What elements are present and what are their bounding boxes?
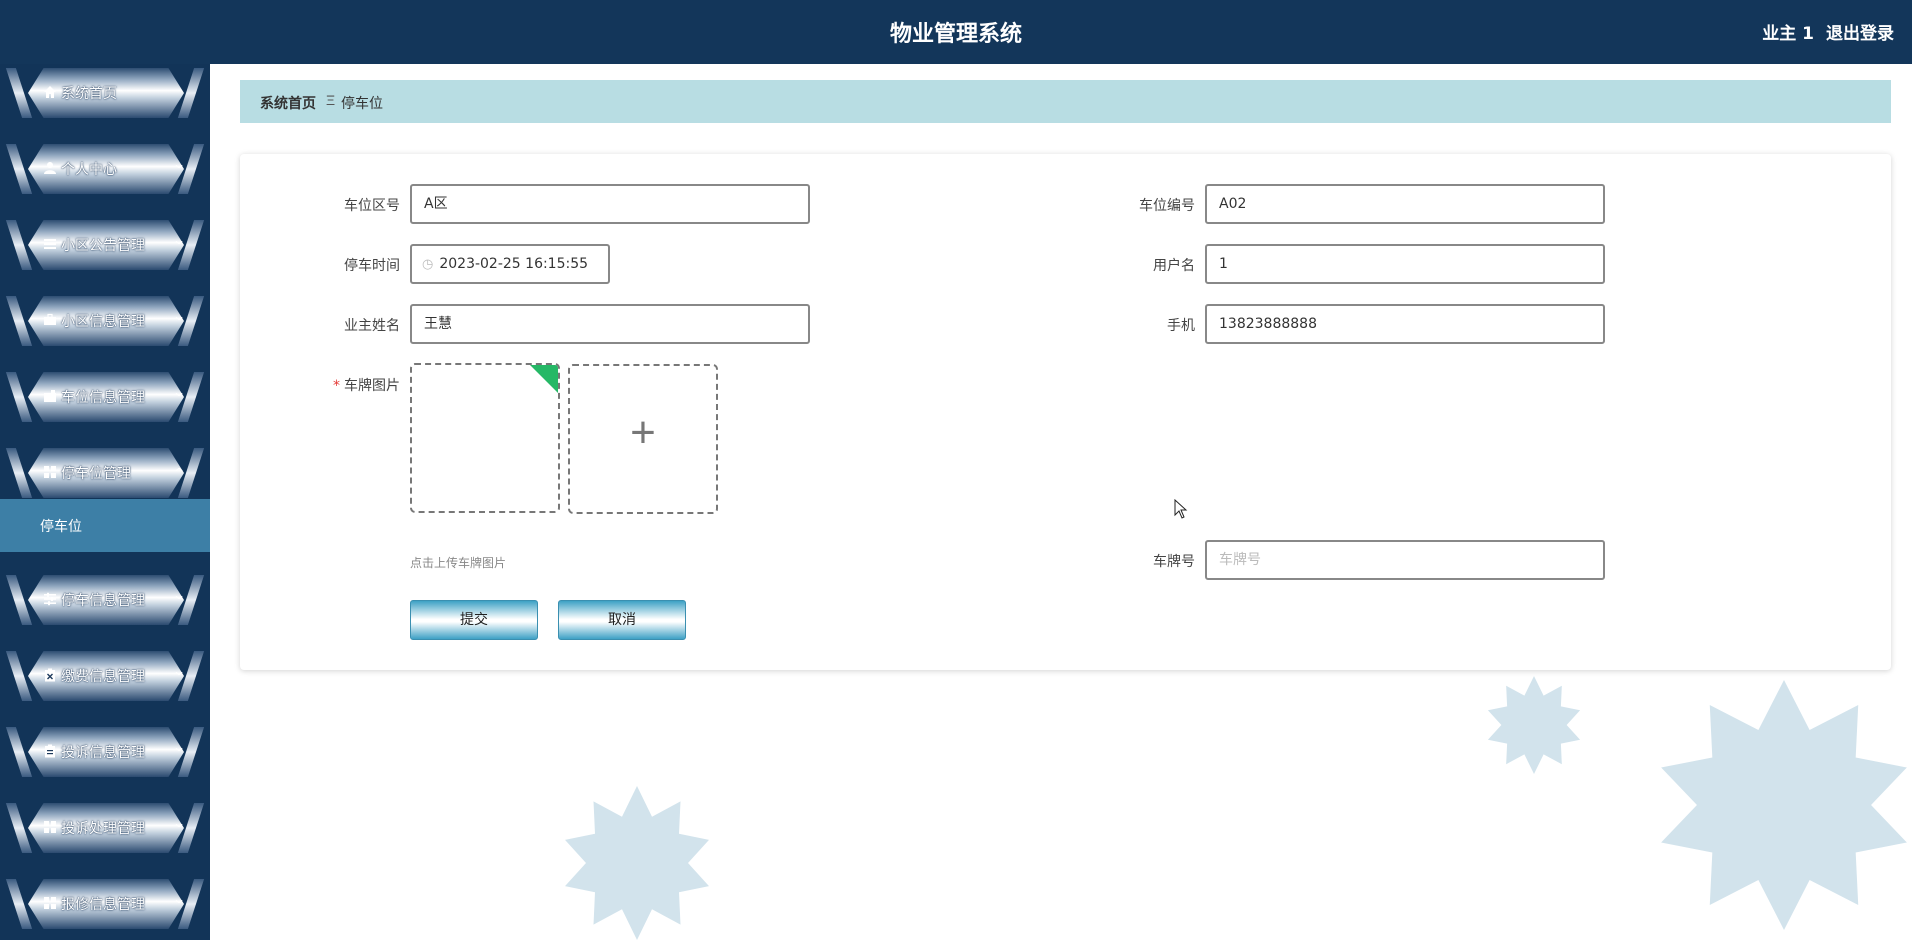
- username-input[interactable]: 1: [1205, 244, 1605, 284]
- breadcrumb: 系统首页 Ξ 停车位: [240, 80, 1891, 123]
- chevron-down-icon: ⌄: [171, 233, 187, 247]
- chevron-down-icon: ⌄: [171, 664, 187, 678]
- breadcrumb-home-link[interactable]: 系统首页: [260, 93, 316, 113]
- upload-success-corner: [529, 365, 558, 394]
- park-time-value: 2023-02-25 16:15:55: [439, 256, 589, 272]
- sidebar-item-label: 停车位管理: [61, 466, 131, 482]
- sidebar-item-notice-management[interactable]: 小区公告管理 ⌄: [5, 216, 205, 272]
- sidebar-item-label: 系统首页: [61, 86, 117, 102]
- sidebar-item-parking-info[interactable]: 停车信息管理 ⌄: [5, 571, 205, 627]
- cancel-button[interactable]: 取消: [558, 600, 686, 640]
- sidebar-item-label: 停车信息管理: [61, 593, 145, 609]
- chevron-up-icon: ⌄: [171, 465, 187, 479]
- chevron-down-icon: ⌄: [171, 385, 187, 399]
- owner-name-input[interactable]: 王慧: [410, 304, 810, 344]
- upload-image-button[interactable]: +: [568, 364, 718, 514]
- list-icon: [42, 236, 58, 252]
- home-icon: [42, 84, 58, 100]
- sliders-icon: [42, 591, 58, 607]
- sidebar-subitem-label: 停车位: [40, 519, 82, 535]
- decorative-star: [1661, 680, 1907, 930]
- chevron-down-icon: ⌄: [171, 740, 187, 754]
- decorative-star: [565, 786, 709, 940]
- chevron-down-icon: ⌄: [171, 892, 187, 906]
- sidebar-item-label: 小区信息管理: [61, 314, 145, 330]
- chevron-down-icon: ⌄: [171, 816, 187, 830]
- clipboard-icon: [42, 743, 58, 759]
- area-input[interactable]: A区: [410, 184, 810, 224]
- grid-icon: [42, 819, 58, 835]
- uploaded-image-thumbnail[interactable]: [410, 363, 560, 513]
- sidebar-item-label: 个人中心: [61, 162, 117, 178]
- sidebar-item-complaint-info[interactable]: 投诉信息管理 ⌄: [5, 723, 205, 779]
- sidebar-item-label: 缴费信息管理: [61, 669, 145, 685]
- user-icon: [42, 160, 58, 176]
- username-label: 用户名: [1153, 258, 1195, 274]
- plus-icon: +: [630, 408, 656, 457]
- mouse-cursor-icon: [1174, 499, 1188, 519]
- chevron-down-icon: ⌄: [171, 309, 187, 323]
- sidebar-item-label: 报修信息管理: [61, 897, 145, 913]
- owner-name-label: 业主姓名: [344, 318, 400, 334]
- code-input[interactable]: A02: [1205, 184, 1605, 224]
- breadcrumb-current: 停车位: [341, 95, 383, 111]
- plate-image-label-text: 车牌图片: [344, 378, 400, 394]
- sidebar-item-label: 投诉信息管理: [61, 745, 145, 761]
- sidebar: 系统首页 个人中心 ⌄ 小区公告管理 ⌄ 小区信息管理 ⌄ 车位信息管理 ⌄ 停…: [0, 64, 210, 940]
- park-time-label: 停车时间: [344, 258, 400, 274]
- sidebar-subitem-parking-space[interactable]: 停车位: [0, 499, 210, 552]
- clock-icon: ◷: [422, 257, 434, 272]
- sidebar-item-label: 投诉处理管理: [61, 821, 145, 837]
- grid-icon: [42, 895, 58, 911]
- chevron-down-icon: ⌄: [171, 588, 187, 602]
- sidebar-item-parking-space[interactable]: 停车位管理 ⌄: [5, 444, 205, 500]
- phone-input[interactable]: 13823888888: [1205, 304, 1605, 344]
- user-area: 业主 1 退出登录: [1750, 0, 1894, 68]
- briefcase-icon: [42, 312, 58, 328]
- decorative-star: [1487, 676, 1581, 774]
- plate-number-input[interactable]: 车牌号: [1205, 540, 1605, 580]
- plate-number-label: 车牌号: [1153, 554, 1195, 570]
- sidebar-item-label: 小区公告管理: [61, 238, 145, 254]
- required-mark: *: [333, 378, 340, 394]
- sidebar-item-home[interactable]: 系统首页: [5, 64, 205, 120]
- plate-image-label: * 车牌图片: [290, 375, 400, 395]
- sidebar-item-personal-center[interactable]: 个人中心 ⌄: [5, 140, 205, 196]
- clipboard-x-icon: [42, 667, 58, 683]
- upload-tip: 点击上传车牌图片: [410, 556, 507, 570]
- phone-label: 手机: [1167, 318, 1195, 334]
- park-time-input[interactable]: ◷ 2023-02-25 16:15:55: [410, 244, 610, 284]
- logout-button[interactable]: 退出登录: [1826, 24, 1894, 44]
- code-label: 车位编号: [1139, 198, 1195, 214]
- breadcrumb-separator: Ξ: [326, 92, 336, 108]
- parking-space-form: 车位区号 A区 车位编号 A02 停车时间 ◷ 2023-02-25 16:15:…: [240, 154, 1891, 670]
- sidebar-item-repair-info[interactable]: 报修信息管理 ⌄: [5, 875, 205, 931]
- app-title: 物业管理系统: [889, 22, 1022, 47]
- current-user-label: 业主 1: [1762, 24, 1814, 44]
- wallet-icon: [42, 388, 58, 404]
- submit-button[interactable]: 提交: [410, 600, 538, 640]
- sidebar-item-payment-info[interactable]: 缴费信息管理 ⌄: [5, 647, 205, 703]
- top-header: 物业管理系统 业主 1 退出登录: [0, 0, 1912, 64]
- sidebar-item-complaint-handling[interactable]: 投诉处理管理 ⌄: [5, 799, 205, 855]
- area-label: 车位区号: [344, 198, 400, 214]
- chevron-down-icon: ⌄: [171, 157, 187, 171]
- sidebar-item-community-info[interactable]: 小区信息管理 ⌄: [5, 292, 205, 348]
- grid-icon: [42, 464, 58, 480]
- sidebar-item-label: 车位信息管理: [61, 390, 145, 406]
- sidebar-item-space-info[interactable]: 车位信息管理 ⌄: [5, 368, 205, 424]
